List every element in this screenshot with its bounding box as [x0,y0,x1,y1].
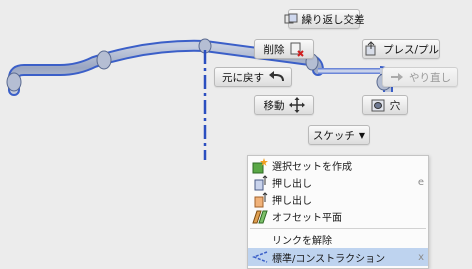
press-pull-label: プレス/プル [382,43,440,56]
menu-item-offset-plane[interactable]: オフセット平面 [248,208,428,225]
menu-item-label: 選択セットを作成 [272,162,352,173]
delete-button[interactable]: 削除 [254,39,314,59]
menu-divider [250,228,426,229]
undo-arrow-icon [268,69,284,85]
redo-button[interactable]: やり直し [382,67,458,87]
context-menu: 選択セットを作成 押し出し e 押し出し オフセット平面 リンクを解除 標準/コ… [247,155,429,269]
construction-icon [252,249,268,265]
menu-item-label: 標準/コンストラクション [272,253,386,265]
menu-item-label: 押し出し [272,179,312,190]
menu-item-shortcut: x [418,251,424,263]
menu-item-unlink[interactable]: リンクを解除 [248,231,428,248]
undo-label: 元に戻す [222,71,264,84]
hole-button[interactable]: 穴 [362,95,408,115]
menu-item-extrude-1[interactable]: 押し出し e [248,174,428,191]
selection-set-icon [252,157,268,174]
intersect-icon [284,11,298,27]
menu-item-label: リンクを解除 [272,236,332,247]
repeat-intersect-label: 繰り返し交差 [301,13,365,26]
menu-item-label: 押し出し [272,196,312,207]
menu-item-shortcut: e [417,177,424,188]
move-label: 移動 [263,99,285,112]
repeat-intersect-button[interactable]: 繰り返し交差 [284,9,365,29]
move-button[interactable]: 移動 [254,95,314,115]
move-arrows-icon [288,97,305,113]
offset-plane-icon [252,209,268,225]
delete-icon [289,41,305,57]
hole-label: 穴 [389,99,401,112]
redo-arrow-icon [389,69,405,85]
menu-item-create-selection-set[interactable]: 選択セットを作成 [248,157,428,174]
hole-icon [370,97,386,113]
sketch-dropdown-button[interactable]: スケッチ ▼ [308,125,370,145]
sketch-label: スケッチ [312,129,355,142]
extrude-icon [252,174,268,191]
menu-item-label: オフセット平面 [272,213,342,224]
press-pull-icon [363,41,379,57]
extrude-icon [252,191,268,208]
chevron-down-icon: ▼ [358,130,366,140]
redo-label: やり直し [409,71,451,84]
pipe-geometry[interactable] [6,38,393,96]
press-pull-button[interactable]: プレス/プル [362,39,440,59]
undo-button[interactable]: 元に戻す [214,67,292,87]
menu-item-extrude-2[interactable]: 押し出し [248,191,428,208]
menu-item-construction-toggle[interactable]: 標準/コンストラクション x [248,248,428,266]
delete-label: 削除 [263,43,285,56]
